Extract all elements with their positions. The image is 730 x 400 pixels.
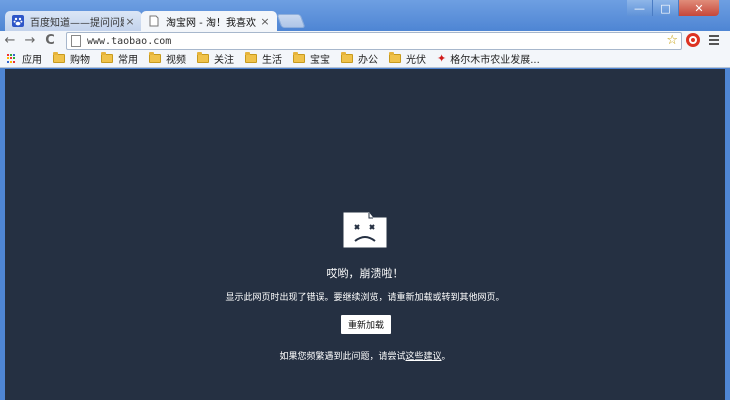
sad-tab-icon [343, 212, 387, 248]
bookmark-label: 生活 [262, 55, 282, 66]
bookmark-label: 宝宝 [310, 55, 330, 66]
bookmark-label: 视频 [166, 55, 186, 66]
bookmark-apps[interactable]: 应用 [7, 51, 42, 66]
bookmark-star-icon[interactable]: ☆ [666, 33, 678, 48]
tab-title: 淘宝网 - 淘！我喜欢 [166, 17, 256, 29]
reload-page-button[interactable]: 重新加载 [341, 315, 391, 334]
forward-button[interactable]: → [20, 31, 40, 50]
baidu-paw-icon [11, 14, 25, 28]
close-window-button[interactable]: ✕ [679, 0, 719, 16]
browser-window: 百度知道——提问问题 × 淘宝网 - 淘！我喜欢 × — □ ✕ ← → C w… [0, 0, 730, 400]
tab-close-icon[interactable]: × [124, 15, 136, 28]
tab-close-icon[interactable]: × [259, 15, 271, 28]
tab-taobao[interactable]: 淘宝网 - 淘！我喜欢 × [141, 11, 277, 31]
apps-grid-icon [7, 53, 17, 64]
bookmark-label: 购物 [70, 55, 90, 66]
bookmark-folder[interactable]: 办公 [341, 51, 378, 66]
page-content: 哎哟，崩溃啦！ 显示此网页时出现了错误。要继续浏览，请重新加载或转到其他网页。 … [5, 69, 725, 400]
folder-icon [389, 52, 401, 63]
bookmark-folder[interactable]: 生活 [245, 51, 282, 66]
pin-icon: ✦ [437, 52, 447, 65]
reload-icon: C [45, 33, 55, 48]
bookmark-folder[interactable]: 购物 [53, 51, 90, 66]
window-controls: — □ ✕ [627, 0, 719, 16]
crash-help-text: 如果您频繁遇到此问题，请尝试这些建议。 [5, 349, 725, 362]
folder-icon [341, 52, 353, 63]
back-arrow-icon: ← [4, 33, 16, 48]
back-button[interactable]: ← [0, 31, 20, 50]
bookmark-label: 常用 [118, 55, 138, 66]
url-text: www.taobao.com [87, 35, 172, 47]
folder-icon [245, 52, 257, 63]
crash-message: 显示此网页时出现了错误。要继续浏览，请重新加载或转到其他网页。 [225, 293, 505, 303]
crash-title: 哎哟，崩溃啦！ [326, 267, 404, 280]
folder-icon [197, 52, 209, 63]
help-prefix: 如果您频繁遇到此问题，请尝试 [279, 352, 406, 362]
toolbar: ← → C www.taobao.com ☆ [0, 31, 730, 50]
minimize-button[interactable]: — [627, 0, 653, 16]
bookmark-link[interactable]: ✦ 格尔木市农业发展... [437, 51, 540, 66]
folder-icon [149, 52, 161, 63]
forward-arrow-icon: → [24, 33, 36, 48]
help-suffix: 。 [441, 352, 451, 362]
tab-title: 百度知道——提问问题 [30, 17, 124, 29]
extension-icon[interactable] [686, 33, 700, 47]
suggestions-link[interactable]: 这些建议 [405, 352, 441, 362]
bookmark-label: 办公 [358, 55, 378, 66]
page-icon [71, 35, 81, 47]
bookmark-folder[interactable]: 视频 [149, 51, 186, 66]
bookmark-folder[interactable]: 常用 [101, 51, 138, 66]
new-tab-button[interactable] [276, 14, 306, 28]
folder-icon [101, 52, 113, 63]
address-bar[interactable]: www.taobao.com ☆ [66, 32, 682, 50]
bookmark-folder[interactable]: 关注 [197, 51, 234, 66]
bookmark-folder[interactable]: 光伏 [389, 51, 426, 66]
folder-icon [53, 52, 65, 63]
menu-icon[interactable] [709, 35, 719, 47]
folder-icon [293, 52, 305, 63]
bookmark-folder[interactable]: 宝宝 [293, 51, 330, 66]
bookmark-label: 格尔木市农业发展... [450, 55, 540, 66]
bookmark-label: 关注 [214, 55, 234, 66]
bookmark-label: 光伏 [406, 55, 426, 66]
page-icon [147, 14, 161, 28]
bookmark-label: 应用 [22, 55, 42, 66]
reload-button[interactable]: C [40, 31, 60, 50]
tab-strip: 百度知道——提问问题 × 淘宝网 - 淘！我喜欢 × — □ ✕ [0, 0, 730, 31]
tab-baidu[interactable]: 百度知道——提问问题 × [5, 11, 142, 31]
bookmarks-bar: 应用 购物 常用 视频 关注 生活 宝宝 办公 光伏 ✦ 格尔木市农业发展... [0, 50, 730, 68]
maximize-button[interactable]: □ [653, 0, 679, 16]
